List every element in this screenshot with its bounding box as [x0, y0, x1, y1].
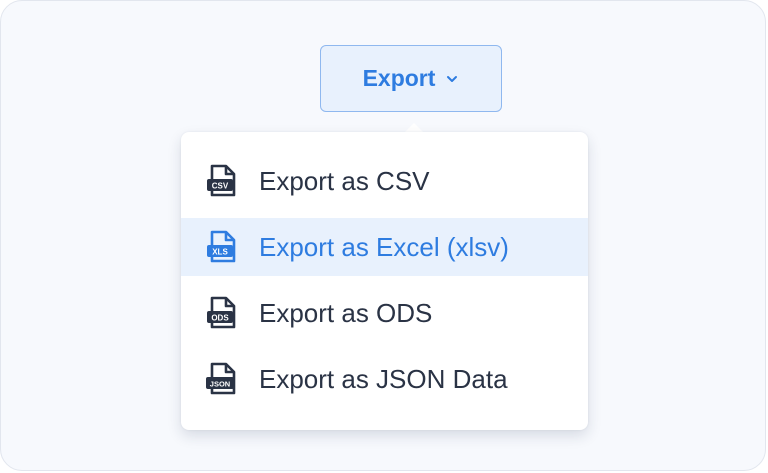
xls-file-icon: XLS: [207, 230, 236, 263]
menu-item-export-excel[interactable]: XLS Export as Excel (xlsv): [181, 218, 588, 276]
export-button[interactable]: Export: [320, 45, 502, 112]
menu-item-label: Export as CSV: [259, 165, 430, 196]
svg-text:XLS: XLS: [212, 248, 228, 257]
menu-item-export-json[interactable]: JSON Export as JSON Data: [181, 350, 588, 408]
ods-file-icon: ODS: [207, 296, 236, 329]
menu-item-export-ods[interactable]: ODS Export as ODS: [181, 284, 588, 342]
menu-item-label: Export as Excel (xlsv): [259, 231, 509, 262]
menu-item-label: Export as ODS: [259, 297, 433, 328]
menu-item-export-csv[interactable]: CSV Export as CSV: [181, 152, 588, 210]
export-button-label: Export: [362, 65, 436, 91]
export-dropdown-menu: CSV Export as CSV XLS Export as Excel (x…: [181, 132, 588, 430]
json-file-icon: JSON: [206, 362, 236, 395]
menu-item-label: Export as JSON Data: [259, 363, 508, 394]
svg-text:JSON: JSON: [210, 380, 230, 389]
svg-text:CSV: CSV: [212, 182, 229, 191]
chevron-down-icon: [447, 75, 458, 82]
svg-text:ODS: ODS: [211, 314, 229, 323]
csv-file-icon: CSV: [207, 164, 236, 197]
